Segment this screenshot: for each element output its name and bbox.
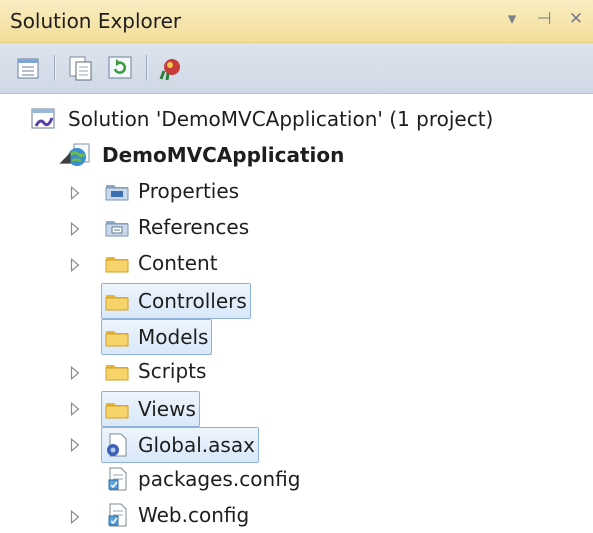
tree-item-scripts[interactable]: Scripts [104,353,206,389]
solution-label: Solution 'DemoMVCApplication' (1 project… [68,107,494,131]
tree-item-label: Web.config [138,503,250,527]
tree-item-label: Global.asax [138,433,255,457]
expand-arrow-icon[interactable] [68,438,82,452]
pin-icon[interactable]: ⊣ [533,8,555,30]
expand-arrow-icon[interactable] [68,510,82,524]
expand-arrow-icon[interactable] [68,366,82,380]
folder-icon [105,295,129,311]
close-icon[interactable]: ✕ [565,8,587,30]
refresh-icon[interactable] [106,53,136,83]
tree-item-label: Models [138,325,209,349]
tree-item-label: Scripts [138,359,207,383]
tree-item-label: Views [138,397,196,421]
tree-solution-node[interactable]: Solution 'DemoMVCApplication' (1 project… [30,101,493,137]
tree-item-references[interactable]: References [104,209,249,245]
expand-arrow-icon[interactable] [68,402,82,416]
tree-item-global-asax[interactable]: Global.asax [101,427,259,463]
panel-title: Solution Explorer [10,9,182,33]
tree-project-node[interactable]: DemoMVCApplication [66,137,344,173]
folder-icon [105,331,129,347]
properties-icon [105,185,129,201]
references-icon [105,221,129,237]
solution-explorer-title-bar: Solution Explorer ▾ ⊣ ✕ [0,0,593,43]
tree-item-models[interactable]: Models [101,319,213,355]
expand-arrow-icon[interactable] [68,222,82,236]
asax-file-icon [107,433,127,457]
tree-item-views[interactable]: Views [101,391,200,427]
tree-item-controllers[interactable]: Controllers [101,283,251,319]
project-expanded-arrow-icon[interactable] [58,151,72,165]
tree-item-label: References [138,215,250,239]
tree-item-label: Controllers [138,289,247,313]
show-all-files-icon[interactable] [66,53,96,83]
tree-item-label: packages.config [138,467,301,491]
folder-icon [105,257,129,273]
folder-icon [105,403,129,419]
tree-item-packages-config[interactable]: packages.config [104,461,300,497]
expand-arrow-icon[interactable] [68,186,82,200]
config-file-icon [108,467,127,491]
tree-item-content[interactable]: Content [104,245,218,281]
properties-window-icon[interactable] [14,53,44,83]
solution-icon [31,108,55,129]
folder-icon [105,365,129,381]
expand-arrow-icon[interactable] [68,258,82,272]
tree-item-web-config[interactable]: Web.config [104,497,249,533]
window-position-dropdown-icon[interactable]: ▾ [501,8,523,30]
config-file-icon [108,503,127,527]
tree-item-label: Properties [138,179,240,203]
project-label: DemoMVCApplication [102,143,345,167]
tree-item-properties[interactable]: Properties [104,173,239,209]
solution-explorer-toolbar [0,43,593,94]
view-class-diagram-icon[interactable] [156,53,186,83]
tree-item-label: Content [138,251,218,275]
